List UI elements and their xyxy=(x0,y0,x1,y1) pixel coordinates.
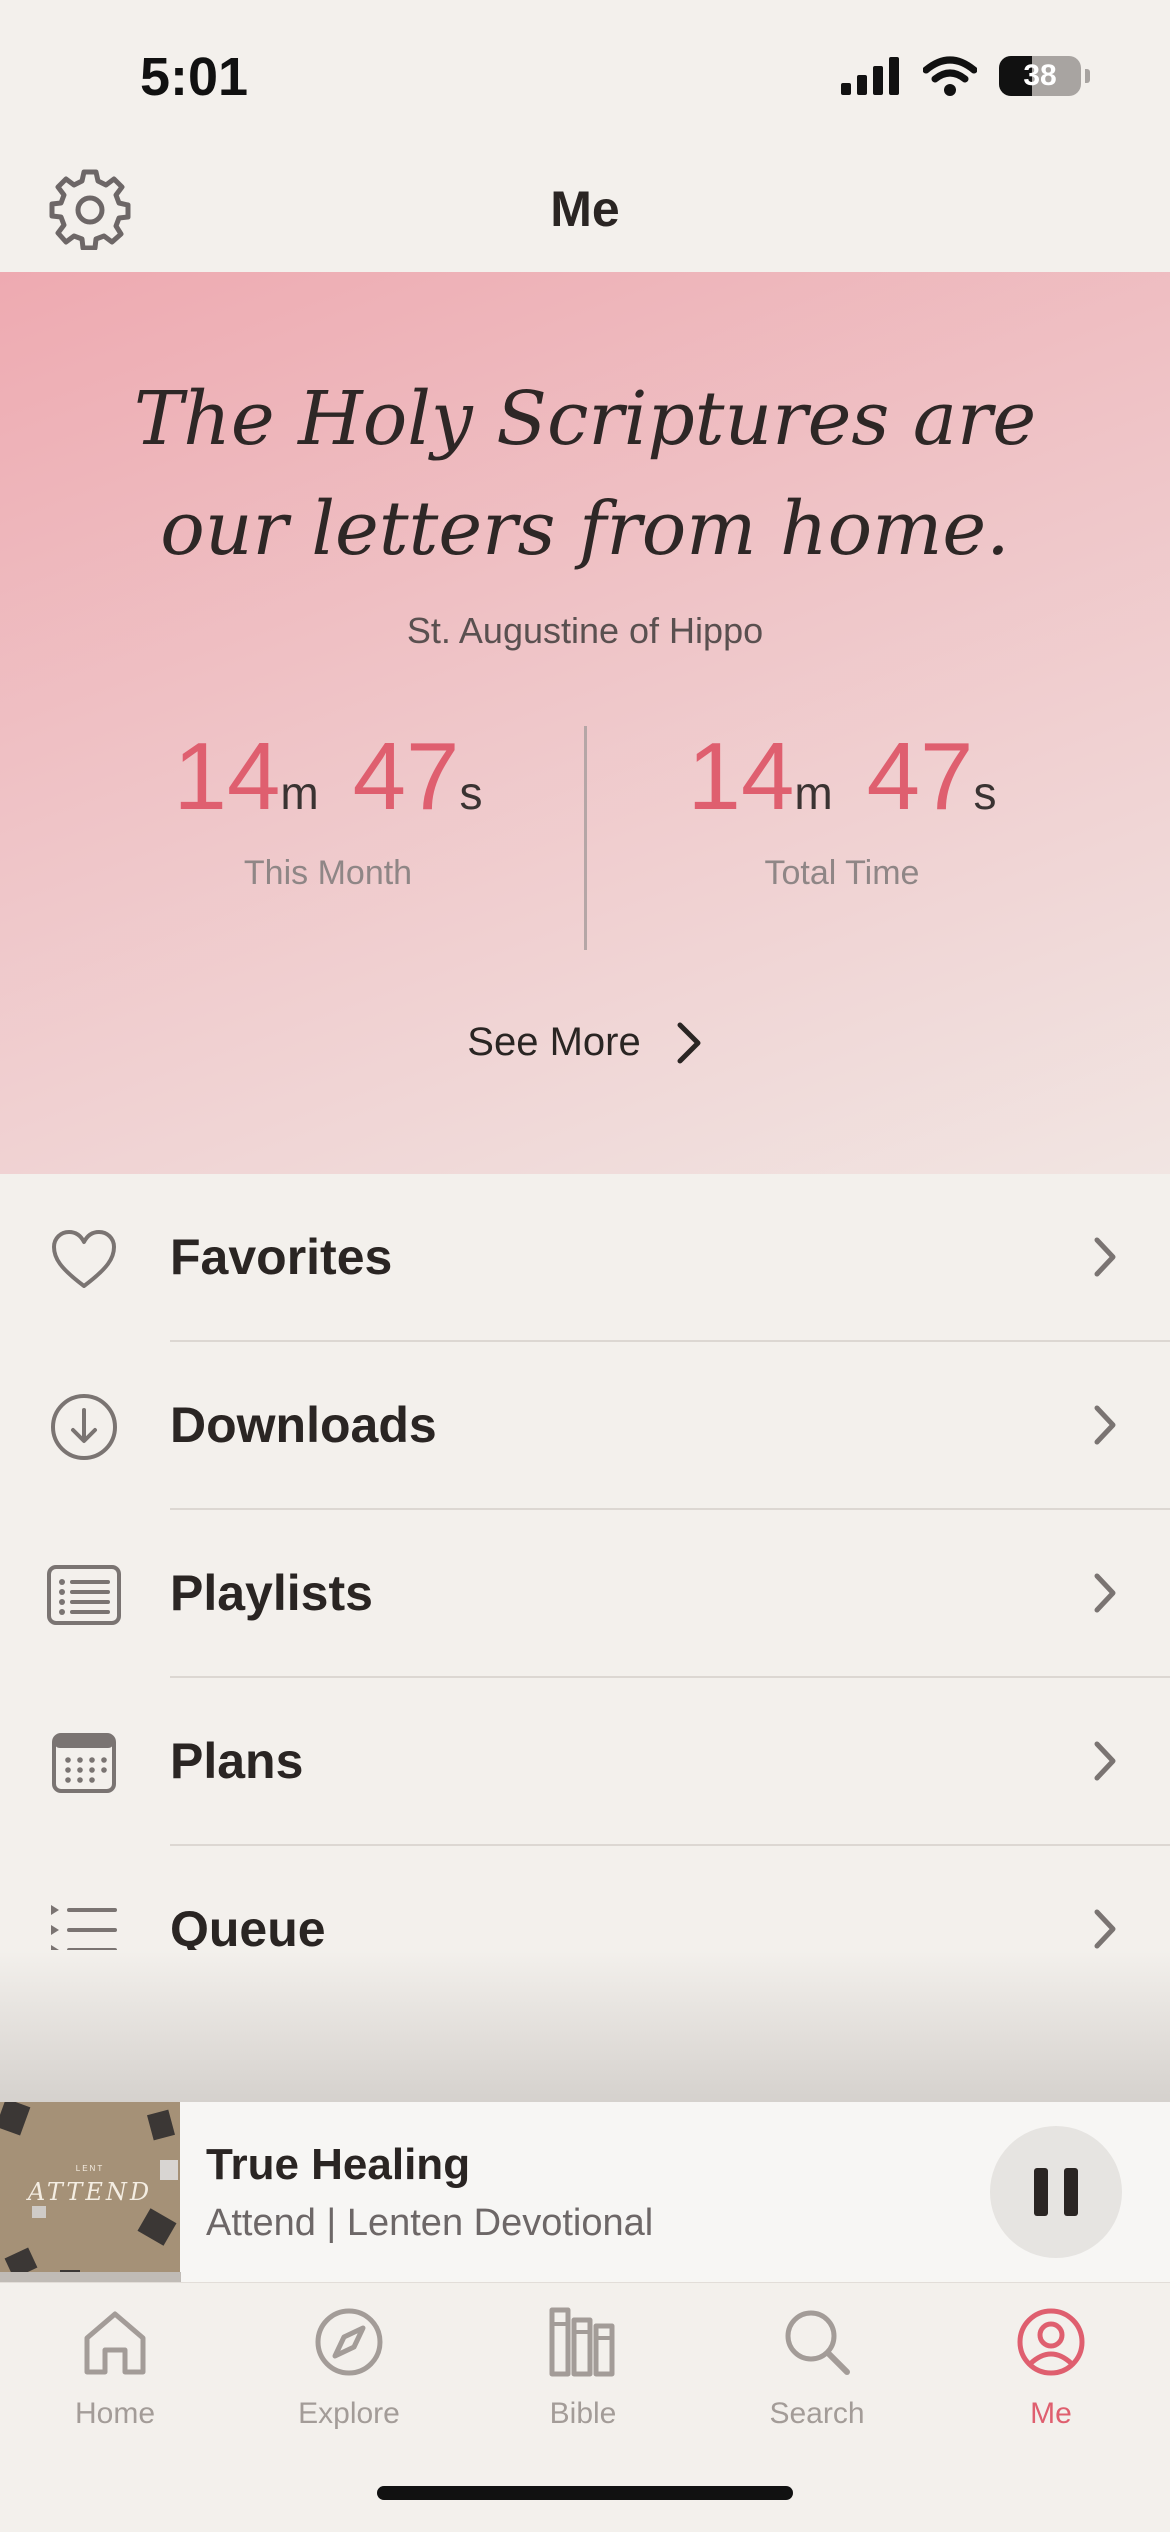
stat-seconds-unit: s xyxy=(459,767,483,819)
quote-text: The Holy Scriptures are our letters from… xyxy=(133,376,1037,572)
menu-item-favorites[interactable]: Favorites xyxy=(0,1174,1170,1342)
heart-icon xyxy=(52,1230,116,1288)
tab-search[interactable]: Search xyxy=(727,2301,907,2431)
track-artwork: LENT ATTEND xyxy=(0,2102,180,2282)
status-time: 5:01 xyxy=(140,47,249,107)
stat-minutes-unit: m xyxy=(794,767,833,819)
battery-level: 38 xyxy=(1023,59,1057,92)
listening-stats: 14m 47s This Month 14m 47s Total Time xyxy=(0,722,1170,952)
stat-minutes: 14 xyxy=(173,723,281,830)
chevron-right-icon xyxy=(1094,1405,1116,1445)
stat-total-time: 14m 47s Total Time xyxy=(632,722,1052,893)
stat-seconds-unit: s xyxy=(973,767,997,819)
compass-icon xyxy=(315,2308,383,2376)
menu-item-label: Downloads xyxy=(170,1397,437,1453)
stat-seconds: 47 xyxy=(866,723,974,830)
status-icons: 38 xyxy=(841,56,1090,96)
tab-label: Bible xyxy=(549,2397,617,2430)
player-shadow xyxy=(0,1950,1170,2102)
search-icon xyxy=(785,2310,850,2375)
menu-item-playlists[interactable]: Playlists xyxy=(0,1510,1170,1678)
battery-icon: 38 xyxy=(999,56,1081,96)
menu-item-downloads[interactable]: Downloads xyxy=(0,1342,1170,1510)
tab-label: Home xyxy=(74,2397,156,2430)
tab-label: Search xyxy=(769,2397,865,2430)
chevron-right-icon xyxy=(1094,1909,1116,1949)
wifi-icon xyxy=(923,56,977,96)
menu-item-label: Favorites xyxy=(170,1229,393,1285)
track-title: True Healing xyxy=(206,2140,471,2189)
chevron-right-icon xyxy=(1094,1741,1116,1781)
chevron-right-icon xyxy=(677,1022,701,1063)
tab-bible[interactable]: Bible xyxy=(493,2301,673,2431)
stat-minutes: 14 xyxy=(687,723,795,830)
artwork-subtitle: LENT xyxy=(75,2164,105,2173)
artwork-title: ATTEND xyxy=(27,2178,153,2206)
see-more-button[interactable]: See More xyxy=(0,1020,1170,1065)
menu-item-plans[interactable]: Plans xyxy=(0,1678,1170,1846)
stat-minutes-unit: m xyxy=(280,767,319,819)
home-icon xyxy=(84,2311,146,2375)
stat-label: Total Time xyxy=(764,854,920,892)
header: Me xyxy=(0,150,1170,272)
profile-icon xyxy=(1017,2308,1085,2376)
stat-seconds: 47 xyxy=(352,723,460,830)
stat-label: This Month xyxy=(243,854,413,892)
playback-progress-bar xyxy=(0,2272,182,2282)
stats-hero: The Holy Scriptures are our letters from… xyxy=(0,272,1170,1174)
stats-divider xyxy=(584,726,587,950)
mini-player[interactable]: LENT ATTEND True Healing Attend | Lenten… xyxy=(0,2102,1170,2282)
status-bar: 5:01 38 xyxy=(0,0,1170,150)
tab-label: Me xyxy=(1030,2397,1072,2430)
download-icon xyxy=(51,1394,117,1460)
stat-this-month: 14m 47s This Month xyxy=(118,722,538,893)
playlist-icon xyxy=(47,1565,121,1625)
chevron-right-icon xyxy=(1094,1237,1116,1277)
page-title: Me xyxy=(550,181,620,237)
me-menu: Favorites Downloads Playlists Plans Queu… xyxy=(0,1174,1170,2014)
home-indicator xyxy=(377,2486,793,2500)
see-more-label: See More xyxy=(467,1020,641,1064)
chevron-right-icon xyxy=(1094,1573,1116,1613)
menu-item-label: Playlists xyxy=(170,1565,373,1621)
cellular-signal-icon xyxy=(841,57,899,95)
calendar-icon xyxy=(52,1733,116,1793)
bible-icon xyxy=(549,2307,615,2377)
tab-me[interactable]: Me xyxy=(961,2301,1141,2431)
tab-home[interactable]: Home xyxy=(25,2301,205,2431)
track-subtitle: Attend | Lenten Devotional xyxy=(206,2202,654,2244)
pause-icon xyxy=(1034,2168,1048,2216)
tab-label: Explore xyxy=(298,2397,400,2430)
pause-button[interactable] xyxy=(990,2126,1122,2258)
quote-author: St. Augustine of Hippo xyxy=(406,610,764,651)
menu-item-label: Plans xyxy=(170,1733,304,1789)
tab-explore[interactable]: Explore xyxy=(259,2301,439,2431)
